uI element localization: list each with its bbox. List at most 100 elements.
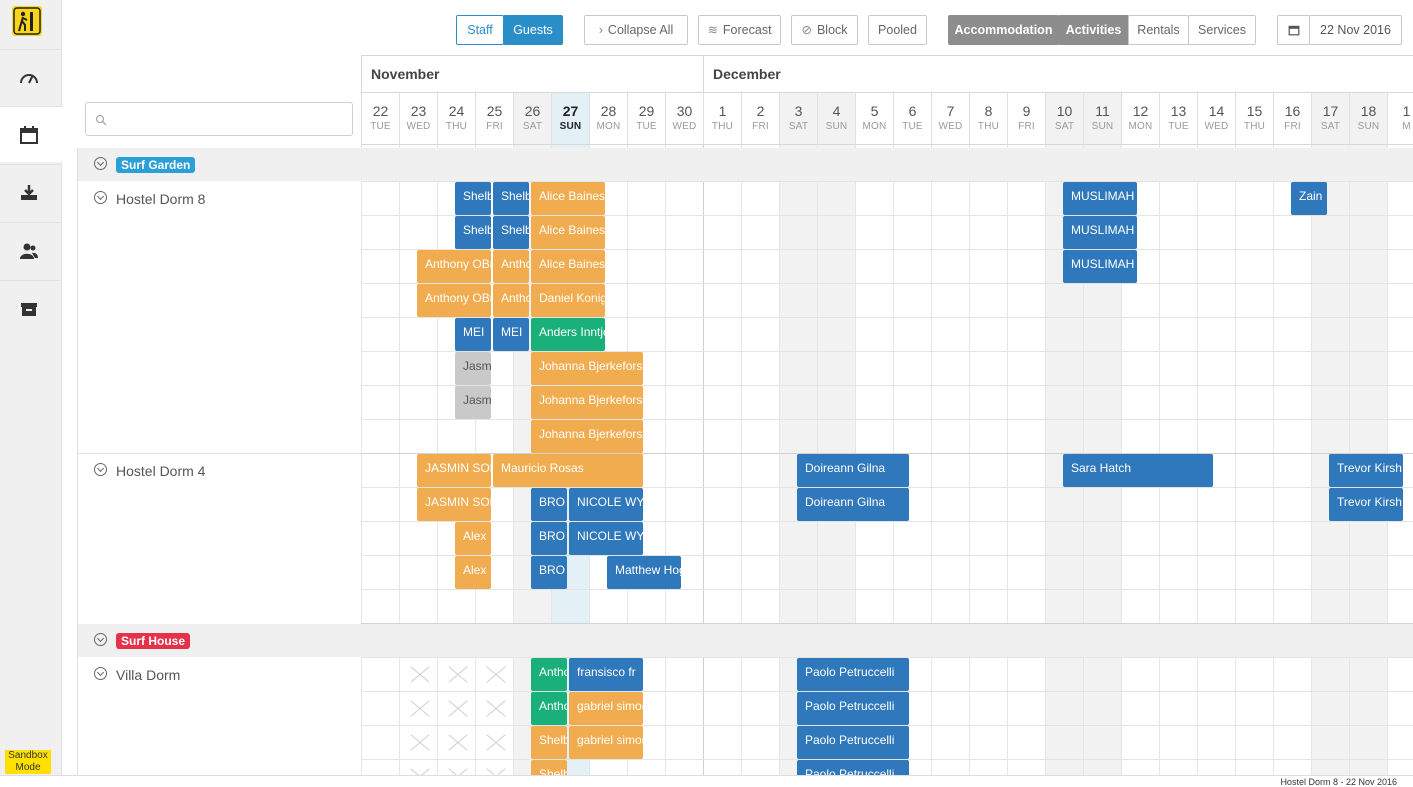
sidebar-item-inventory[interactable] bbox=[0, 280, 62, 336]
booking-block[interactable]: Alice Baines bbox=[531, 250, 605, 283]
date-input[interactable]: 22 Nov 2016 bbox=[1309, 15, 1402, 45]
day-header[interactable]: 10 SAT bbox=[1045, 93, 1083, 145]
booking-block[interactable]: Alex bbox=[455, 556, 491, 589]
booking-block[interactable]: Anthony OBrien bbox=[417, 250, 491, 283]
day-header[interactable]: 14 WED bbox=[1197, 93, 1235, 145]
sidebar-item-guests[interactable] bbox=[0, 222, 62, 278]
day-header[interactable]: 4 SUN bbox=[817, 93, 855, 145]
booking-block[interactable]: Zain bbox=[1291, 182, 1327, 215]
day-header[interactable]: 25 FRI bbox=[475, 93, 513, 145]
day-header[interactable]: 16 FRI bbox=[1273, 93, 1311, 145]
day-header[interactable]: 18 SUN bbox=[1349, 93, 1387, 145]
booking-block[interactable]: Johanna Bjerkeforsen bbox=[531, 352, 643, 385]
booking-block[interactable]: Doireann Gilna bbox=[797, 488, 909, 521]
booking-block[interactable]: Trevor Kirsh bbox=[1329, 488, 1403, 521]
booking-block[interactable]: Shelby bbox=[493, 216, 529, 249]
day-header[interactable]: 15 THU bbox=[1235, 93, 1273, 145]
booking-block[interactable]: MEI bbox=[455, 318, 491, 351]
booking-block[interactable]: NICOLE WYATT bbox=[569, 488, 643, 521]
tab-services[interactable]: Services bbox=[1188, 15, 1256, 45]
staff-toggle-button[interactable]: Staff bbox=[456, 15, 504, 45]
collapse-surf-house-icon[interactable] bbox=[94, 633, 107, 646]
booking-block[interactable]: BRO bbox=[531, 556, 567, 589]
day-header[interactable]: 17 SAT bbox=[1311, 93, 1349, 145]
booking-block[interactable]: Anthony bbox=[493, 284, 529, 317]
day-header[interactable]: 13 TUE bbox=[1159, 93, 1197, 145]
day-header[interactable]: 1M bbox=[1387, 93, 1413, 145]
booking-block[interactable]: JASMIN SOL bbox=[417, 454, 491, 487]
booking-block[interactable]: gabriel simons bbox=[569, 726, 643, 759]
booking-block[interactable]: Shelby bbox=[455, 182, 491, 215]
tab-activities[interactable]: Activities bbox=[1058, 15, 1129, 45]
booking-block[interactable]: MUSLIMAH bbox=[1063, 216, 1137, 249]
day-header[interactable]: 1 THU bbox=[703, 93, 741, 145]
booking-block[interactable]: Anthony OBrien bbox=[417, 284, 491, 317]
booking-block[interactable]: Trevor Kirsh bbox=[1329, 454, 1403, 487]
collapse-hostel-dorm-4-icon[interactable] bbox=[94, 463, 107, 476]
booking-block[interactable]: Shelby bbox=[531, 726, 567, 759]
booking-block[interactable]: Paolo Petruccelli bbox=[797, 760, 909, 775]
booking-block[interactable]: NICOLE WYATT bbox=[569, 522, 643, 555]
day-header[interactable]: 30 WED bbox=[665, 93, 703, 145]
booking-block[interactable]: MUSLIMAH bbox=[1063, 250, 1137, 283]
booking-block[interactable]: JASMIN SOL bbox=[417, 488, 491, 521]
date-picker-button[interactable] bbox=[1277, 15, 1310, 45]
booking-block[interactable]: Sara Hatch bbox=[1063, 454, 1213, 487]
collapse-hostel-dorm-8-icon[interactable] bbox=[94, 191, 107, 204]
day-header[interactable]: 8 THU bbox=[969, 93, 1007, 145]
day-header[interactable]: 26 SAT bbox=[513, 93, 551, 145]
booking-block[interactable]: Shelby bbox=[531, 760, 567, 775]
booking-block[interactable]: Jasmin bbox=[455, 386, 491, 419]
booking-block[interactable]: Alice Baines bbox=[531, 182, 605, 215]
booking-block[interactable]: MEI bbox=[493, 318, 529, 351]
pooled-button[interactable]: Pooled bbox=[868, 15, 927, 45]
day-header[interactable]: 7 WED bbox=[931, 93, 969, 145]
day-header[interactable]: 12 MON bbox=[1121, 93, 1159, 145]
day-header[interactable]: 3 SAT bbox=[779, 93, 817, 145]
booking-block[interactable]: Matthew Hogan bbox=[607, 556, 681, 589]
room-search[interactable] bbox=[85, 102, 353, 136]
booking-block[interactable]: Anthony bbox=[493, 250, 529, 283]
booking-block[interactable]: Johanna Bjerkeforsen bbox=[531, 420, 643, 453]
booking-block[interactable]: BRO bbox=[531, 488, 567, 521]
day-header[interactable]: 2 FRI bbox=[741, 93, 779, 145]
booking-block[interactable]: Paolo Petruccelli bbox=[797, 726, 909, 759]
booking-block[interactable]: Daniel Konig bbox=[531, 284, 605, 317]
day-header[interactable]: 11 SUN bbox=[1083, 93, 1121, 145]
booking-block[interactable]: Paolo Petruccelli bbox=[797, 658, 909, 691]
forecast-button[interactable]: ≋ Forecast bbox=[698, 15, 781, 45]
day-header[interactable]: 22 TUE bbox=[361, 93, 399, 145]
booking-block[interactable]: BRO bbox=[531, 522, 567, 555]
booking-block[interactable]: MUSLIMAH bbox=[1063, 182, 1137, 215]
day-header[interactable]: 23 WED bbox=[399, 93, 437, 145]
collapse-all-button[interactable]: › Collapse All bbox=[584, 15, 688, 45]
search-input[interactable] bbox=[110, 103, 350, 133]
booking-block[interactable]: Mauricio Rosas bbox=[493, 454, 643, 487]
booking-block[interactable]: Johanna Bjerkeforsen bbox=[531, 386, 643, 419]
tab-accommodation[interactable]: Accommodation bbox=[948, 15, 1059, 45]
booking-block[interactable]: Shelby bbox=[455, 216, 491, 249]
app-logo[interactable] bbox=[12, 6, 42, 36]
sidebar-item-inbox[interactable] bbox=[0, 164, 62, 220]
collapse-villa-dorm-icon[interactable] bbox=[94, 667, 107, 680]
booking-block[interactable]: Doireann Gilna bbox=[797, 454, 909, 487]
block-button[interactable]: ⊘ Block bbox=[791, 15, 858, 45]
booking-block[interactable]: Anthony bbox=[531, 692, 567, 725]
day-header[interactable]: 24 THU bbox=[437, 93, 475, 145]
day-header[interactable]: 27 SUN bbox=[551, 93, 589, 145]
sidebar-item-calendar[interactable] bbox=[0, 106, 63, 162]
booking-block[interactable]: Alice Baines bbox=[531, 216, 605, 249]
booking-block[interactable]: Alex bbox=[455, 522, 491, 555]
booking-block[interactable]: Anthony bbox=[531, 658, 567, 691]
tab-rentals[interactable]: Rentals bbox=[1128, 15, 1189, 45]
booking-block[interactable]: Shelby bbox=[493, 182, 529, 215]
booking-block[interactable]: gabriel simons bbox=[569, 692, 643, 725]
day-header[interactable]: 29 TUE bbox=[627, 93, 665, 145]
day-header[interactable]: 5 MON bbox=[855, 93, 893, 145]
day-header[interactable]: 6 TUE bbox=[893, 93, 931, 145]
collapse-surf-garden-icon[interactable] bbox=[94, 157, 107, 170]
day-header[interactable]: 9 FRI bbox=[1007, 93, 1045, 145]
booking-block[interactable]: Jasmin bbox=[455, 352, 491, 385]
day-header[interactable]: 28 MON bbox=[589, 93, 627, 145]
booking-block[interactable]: fransisco fr bbox=[569, 658, 643, 691]
